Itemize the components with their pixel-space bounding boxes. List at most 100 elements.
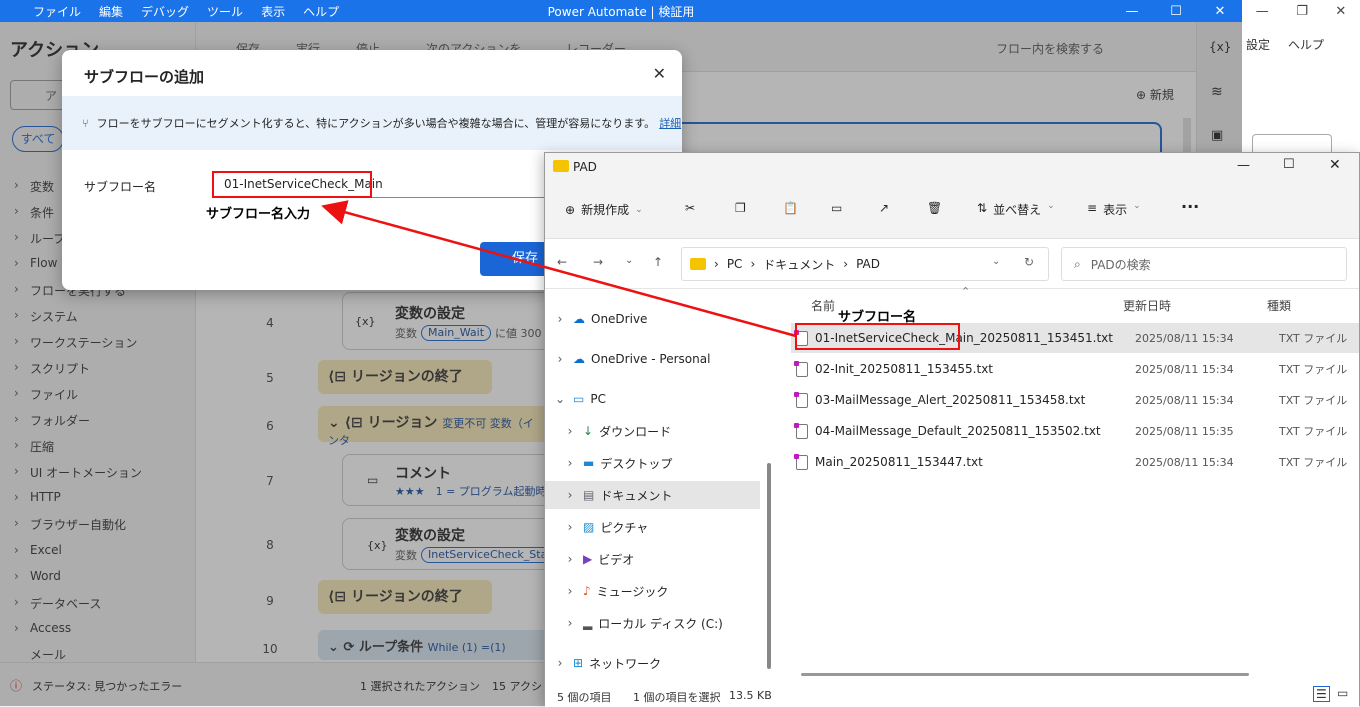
view-button[interactable]: ≡ 表示 ⌄	[1087, 201, 1141, 218]
nav-downloads[interactable]: › ↓ ダウンロード	[545, 417, 760, 445]
menu-bar: ファイル 編集 デバッグ ツール 表示 ヘルプ	[0, 3, 348, 20]
segment-icon: ⑂	[82, 116, 89, 130]
nav-label: ビデオ	[598, 552, 635, 567]
horizontal-scrollbar[interactable]	[801, 673, 1249, 676]
sort-button[interactable]: ⇅ 並べ替え ⌄	[977, 201, 1055, 218]
file-name: 03-MailMessage_Alert_20250811_153458.txt	[815, 393, 1086, 407]
view-label: 表示	[1103, 203, 1128, 217]
nav-pictures[interactable]: › ▨ ピクチャ	[545, 513, 760, 541]
share-icon[interactable]: ↗	[879, 201, 889, 215]
menu-edit[interactable]: 編集	[99, 3, 123, 20]
file-row[interactable]: 02-Init_20250811_153455.txt 2025/08/11 15…	[791, 354, 1359, 384]
explorer-maximize-button[interactable]: ☐	[1283, 157, 1295, 172]
selected-size: 13.5 KB	[729, 689, 772, 702]
nav-label: ローカル ディスク (C:)	[598, 616, 723, 631]
settings-link[interactable]: 設定	[1246, 36, 1270, 53]
more-options-icon[interactable]: ···	[1181, 197, 1199, 216]
explorer-search-input[interactable]: ⌕ PADの検索	[1061, 247, 1347, 281]
menu-debug[interactable]: デバッグ	[141, 3, 189, 20]
delete-icon[interactable]: 🗑	[927, 201, 942, 215]
nav-network[interactable]: › ⊞ ネットワーク	[545, 649, 760, 677]
nav-music[interactable]: › ♪ ミュージック	[545, 577, 760, 605]
minimize-button[interactable]: —	[1110, 0, 1154, 22]
info-bar: ⑂ フローをサブフローにセグメント化すると、特にアクションが多い場合や複雑な場合…	[62, 96, 682, 150]
nav-scrollbar[interactable]	[767, 463, 771, 669]
nav-label: ピクチャ	[600, 520, 649, 535]
maximize-button[interactable]: ☐	[1154, 0, 1198, 22]
forward-icon[interactable]: →	[593, 255, 603, 269]
menu-view[interactable]: 表示	[261, 3, 285, 20]
address-dropdown-icon[interactable]: ⌄	[992, 256, 1000, 267]
breadcrumb-pad[interactable]: PAD	[856, 257, 880, 271]
plus-icon: ⊕	[565, 202, 576, 217]
explorer-close-button[interactable]: ✕	[1329, 157, 1341, 173]
video-icon: ▶	[583, 552, 593, 566]
desktop-icon: ▬	[583, 456, 595, 470]
breadcrumb-documents[interactable]: ドキュメント	[763, 256, 835, 273]
back-icon[interactable]: ←	[557, 255, 567, 269]
annotation-box-input	[212, 171, 372, 198]
nav-label: ネットワーク	[589, 656, 662, 671]
column-name[interactable]: 名前	[811, 297, 835, 314]
file-row[interactable]: 03-MailMessage_Alert_20250811_153458.txt…	[791, 385, 1359, 415]
file-row[interactable]: Main_20250811_153447.txt 2025/08/11 15:34…	[791, 447, 1359, 477]
file-row[interactable]: 04-MailMessage_Default_20250811_153502.t…	[791, 416, 1359, 446]
breadcrumb-pc[interactable]: PC	[727, 257, 743, 271]
restore-icon[interactable]: ❐	[1296, 4, 1308, 19]
nav-desktop[interactable]: › ▬ デスクトップ	[545, 449, 760, 477]
info-text: フローをサブフローにセグメント化すると、特にアクションが多い場合や複雑な場合に、…	[96, 117, 656, 130]
new-button[interactable]: ⊕ 新規作成 ⌄	[565, 201, 643, 218]
file-name: Main_20250811_153447.txt	[815, 455, 983, 469]
details-view-icon[interactable]: ☰	[1313, 686, 1330, 702]
explorer-title-bar: PAD — ☐ ✕	[545, 153, 1359, 183]
explorer-address-row: ← → ⌄ ↑ › PC › ドキュメント › PAD ⌄ ↻ ⌕ PADの検索	[545, 239, 1359, 289]
dialog-close-icon[interactable]: ✕	[653, 64, 666, 83]
cut-icon[interactable]: ✂	[685, 201, 695, 215]
column-date[interactable]: 更新日時	[1123, 297, 1171, 314]
search-placeholder: PADの検索	[1090, 257, 1151, 272]
up-icon[interactable]: ↑	[653, 255, 663, 269]
music-icon: ♪	[583, 584, 591, 598]
selected-items: 1 個の項目を選択	[633, 691, 721, 704]
rename-icon[interactable]: ▭	[831, 201, 842, 215]
column-type[interactable]: 種類	[1267, 297, 1291, 314]
explorer-minimize-button[interactable]: —	[1237, 158, 1250, 173]
copy-icon[interactable]: ❐	[735, 201, 746, 215]
learn-more-link[interactable]: 詳細	[659, 115, 681, 131]
menu-file[interactable]: ファイル	[33, 3, 81, 20]
nav-documents[interactable]: › ▤ ドキュメント	[545, 481, 760, 509]
new-label: 新規作成	[581, 203, 630, 217]
tiles-view-icon[interactable]: ▭	[1337, 686, 1348, 700]
close-button[interactable]: ✕	[1198, 0, 1242, 22]
file-type: TXT ファイル	[1279, 332, 1348, 345]
refresh-icon[interactable]: ↻	[1024, 255, 1034, 269]
nav-onedrive[interactable]: › ☁ OneDrive	[545, 305, 760, 333]
explorer-title: PAD	[573, 160, 597, 174]
subflow-name-label: サブフロー名	[84, 180, 157, 194]
close-icon[interactable]: ✕	[1335, 4, 1346, 19]
address-bar[interactable]: › PC › ドキュメント › PAD ⌄ ↻	[681, 247, 1049, 281]
file-name: 04-MailMessage_Default_20250811_153502.t…	[815, 424, 1101, 438]
download-icon: ↓	[583, 424, 594, 438]
nav-label: OneDrive	[591, 312, 648, 326]
nav-onedrive-personal[interactable]: › ☁ OneDrive - Personal	[545, 345, 760, 373]
nav-pc[interactable]: ⌄ ▭ PC	[545, 385, 760, 413]
file-explorer-window: PAD — ☐ ✕ ⊕ 新規作成 ⌄ ✂ ❐ 📋 ▭ ↗ 🗑 ⇅ 並べ替え ⌄ ≡ 表示 ⌄…	[544, 152, 1360, 707]
text-file-icon	[794, 391, 808, 408]
help-link[interactable]: ヘルプ	[1288, 36, 1324, 53]
cloud-icon: ☁	[573, 312, 585, 326]
picture-icon: ▨	[583, 520, 595, 534]
nav-videos[interactable]: › ▶ ビデオ	[545, 545, 760, 573]
menu-help[interactable]: ヘルプ	[303, 3, 339, 20]
paste-icon[interactable]: 📋	[783, 201, 798, 215]
nav-local-disk[interactable]: › ▂ ローカル ディスク (C:)	[545, 609, 760, 637]
folder-icon	[553, 160, 569, 172]
minimize-icon[interactable]: —	[1256, 4, 1269, 19]
file-date: 2025/08/11 15:34	[1135, 362, 1234, 376]
file-type: TXT ファイル	[1279, 425, 1348, 438]
file-date: 2025/08/11 15:35	[1135, 424, 1234, 438]
sort-icon: ⇅	[977, 201, 988, 215]
recent-chevron-icon[interactable]: ⌄	[625, 255, 633, 266]
disk-icon: ▂	[583, 616, 593, 630]
menu-tools[interactable]: ツール	[207, 3, 243, 20]
